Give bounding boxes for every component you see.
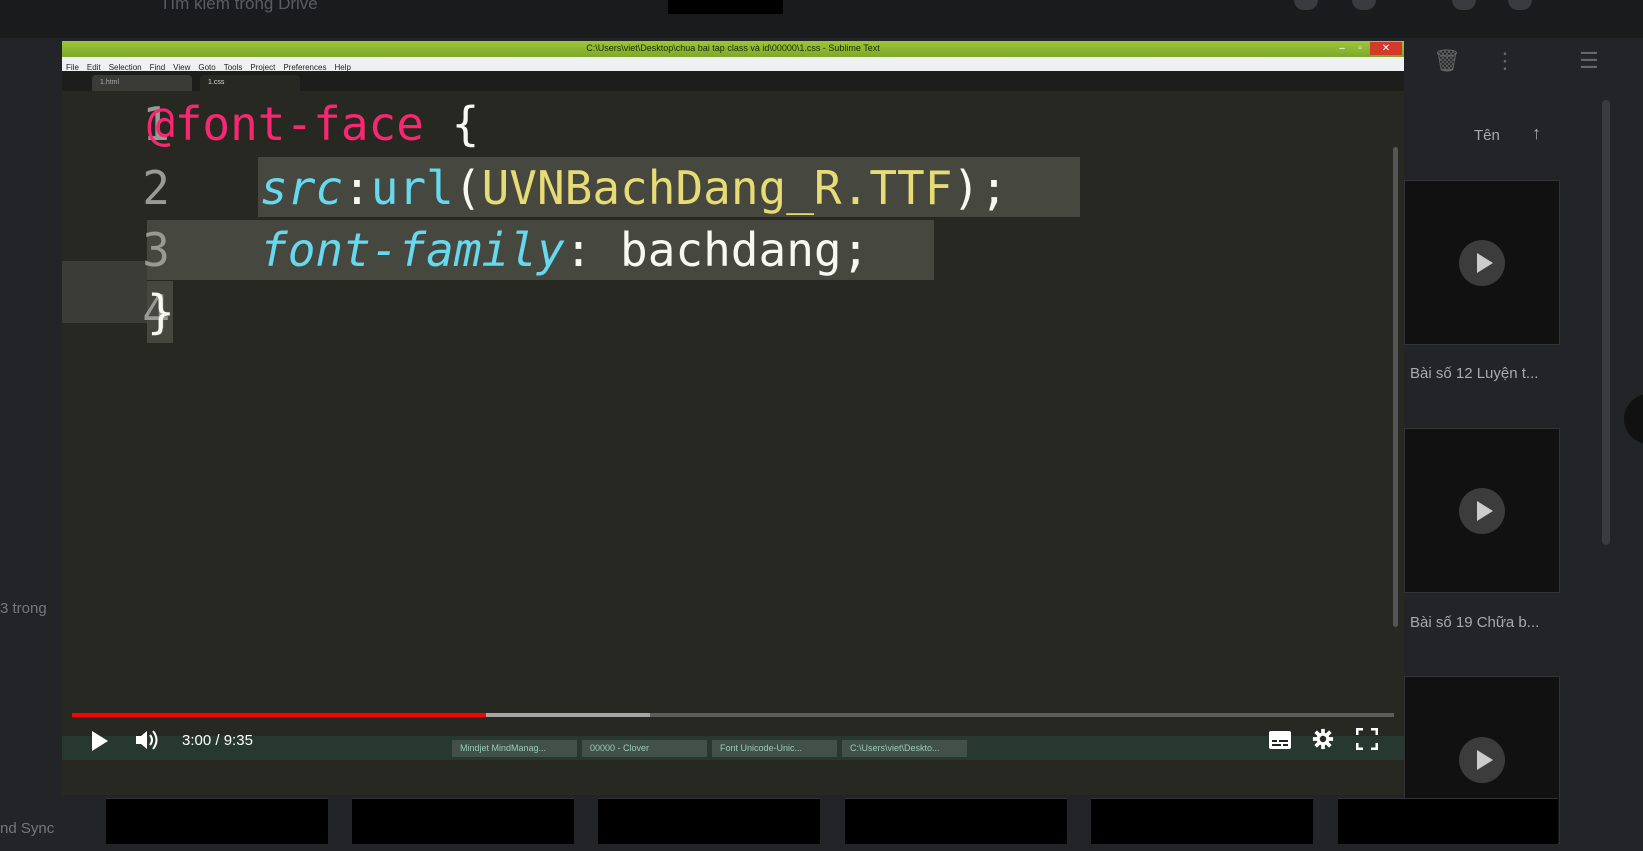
video-player[interactable]: C:\Users\viet\Desktop\chua bai tap class… [62,41,1404,795]
play-icon [1459,487,1505,534]
editor-scrollbar [1393,147,1398,627]
play-icon [1459,737,1505,783]
drive-top-bar: Tìm kiếm trong Drive [0,0,1643,38]
player-controls: 3:00 / 9:35 [62,718,1404,758]
time-separator: / [211,732,224,749]
tab-1-html: 1.html [92,75,192,91]
time-display: 3:00 / 9:35 [182,732,253,749]
editor-menu-bar: File Edit Selection Find View Goto Tools Projec… [62,57,1404,72]
code-line-2: src:url(UVNBachDang_R.TTF); [260,161,1008,215]
left-text-fragment: 3 trong [0,600,47,617]
time-total: 9:35 [223,732,253,749]
file-caption[interactable]: Bài số 19 Chữa b... [1410,614,1539,631]
more-icon[interactable]: ⋮ [1490,48,1520,78]
progress-bar[interactable] [72,713,1394,717]
at-rule: @font-face [147,97,424,151]
close-icon: ✕ [1370,42,1402,55]
sort-label[interactable]: Tên [1474,127,1500,144]
sort-arrow-icon[interactable]: ↑ [1532,123,1541,144]
tab-1-css: 1.css [200,75,300,91]
property-font-family: font-family [260,223,565,277]
paren-open: ( [453,161,482,215]
play-icon [1459,239,1505,286]
left-text-fragment: nd Sync [0,820,55,837]
code-line-4: } [147,285,175,339]
settings-icon[interactable] [1312,728,1334,750]
video-thumbnail[interactable] [1404,180,1560,345]
bottom-thumbnail[interactable] [1338,798,1558,844]
editor-title-bar: C:\Users\viet\Desktop\chua bai tap class… [62,41,1404,57]
open-brace: { [423,97,480,151]
trash-icon[interactable]: 🗑 [1432,48,1462,78]
subtitles-icon[interactable] [1268,730,1292,750]
bottom-thumbnail[interactable] [106,798,328,844]
list-view-icon[interactable]: ☰ [1574,48,1604,78]
value-bachdang: : bachdang; [564,223,870,277]
volume-icon[interactable] [134,728,160,752]
colon: : [343,161,371,215]
line-number: 2 [142,161,170,215]
bottom-thumbnail[interactable] [1091,798,1313,844]
bottom-thumbnail[interactable] [845,798,1067,844]
play-icon[interactable] [90,730,110,752]
function-url: url [370,161,454,215]
code-line-1: @font-face { [147,97,479,151]
bottom-thumbnail[interactable] [598,798,820,844]
url-argument: UVNBachDang_R.TTF [481,161,953,215]
property-src: src [260,161,344,215]
top-black-bar [668,0,783,14]
window-title: C:\Users\viet\Desktop\chua bai tap class… [586,43,880,53]
maximize-icon: ▫ [1358,43,1362,54]
menu-icon[interactable] [1508,0,1532,10]
time-current: 3:00 [182,732,212,749]
fullscreen-icon[interactable] [1356,728,1378,750]
video-thumbnail[interactable] [1404,428,1560,593]
minimize-icon: – [1339,43,1345,54]
gear-icon[interactable] [1352,0,1376,10]
played-bar [72,713,486,717]
file-caption[interactable]: Bài số 12 Luyện t... [1410,365,1538,382]
code-line-3: font-family: bachdang; [260,223,869,277]
line-number: 3 [142,223,170,277]
bottom-thumbnail[interactable] [352,798,574,844]
apps-icon[interactable] [1452,0,1476,10]
page-scrollbar[interactable] [1602,100,1610,545]
code-area: 1 2 3 4 @font-face { src:url(UVNBachDang… [62,91,1404,781]
help-icon[interactable] [1294,0,1318,10]
search-input[interactable]: Tìm kiếm trong Drive [160,0,318,14]
paren-close: ); [952,161,1008,215]
editor-tab-bar: 1.html 1.css [62,71,1404,91]
